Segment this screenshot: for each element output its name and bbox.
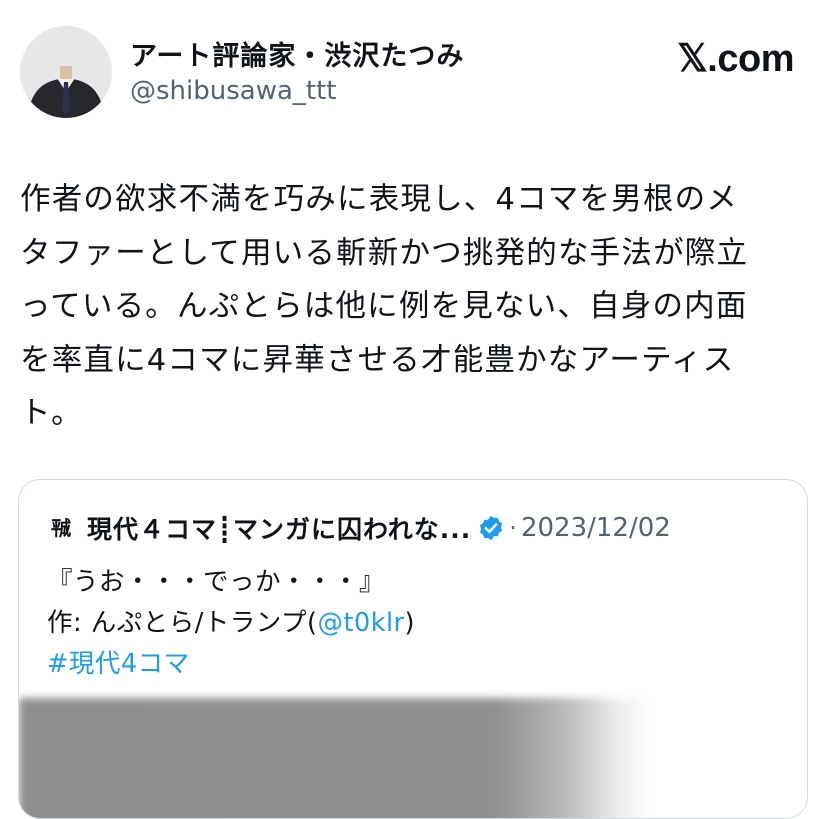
quoted-author-name[interactable]: 現代４コマ┋マンガに囚われな... — [87, 510, 471, 546]
author-display-name[interactable]: アート評論家・渋沢たつみ — [130, 34, 464, 73]
author-avatar[interactable] — [20, 26, 112, 118]
quoted-post-card[interactable]: ㍻ 現代４コマ┋マンガに囚われな... · 2023/12/02 『うお・・・で… — [18, 479, 808, 819]
quoted-post-header: ㍻ 現代４コマ┋マンガに囚われな... · 2023/12/02 — [47, 508, 671, 548]
credit-prefix: 作: んぷとら/トランプ( — [47, 608, 318, 638]
author-handle[interactable]: @shibusawa_ttt — [130, 76, 337, 106]
quoted-post-credit: 作: んぷとら/トランプ(@t0klr) — [47, 603, 415, 644]
quoted-media-image[interactable] — [19, 698, 807, 818]
quoted-post-body: 『うお・・・でっか・・・』 作: んぷとら/トランプ(@t0klr) #現代4コ… — [47, 562, 415, 685]
post-text-line: ト。 — [20, 396, 83, 431]
post-text-line: タファーとして用いる斬新かつ挑発的な手法が際立 — [20, 235, 749, 271]
credit-suffix: ) — [404, 608, 415, 638]
separator-dot: · — [509, 514, 517, 542]
quoted-author-avatar[interactable]: ㍻ — [47, 514, 75, 542]
post-text-line: 作者の欲求不満を巧みに表現し、4コマを男根のメ — [20, 182, 739, 217]
mention-link[interactable]: @t0klr — [317, 608, 404, 638]
hashtag-link[interactable]: #現代4コマ — [47, 644, 415, 685]
quoted-post-date[interactable]: 2023/12/02 — [521, 513, 671, 543]
quoted-post-line: 『うお・・・でっか・・・』 — [47, 567, 386, 597]
verified-badge-icon — [480, 515, 503, 541]
x-logo: 𝕏.com — [677, 38, 794, 80]
post-text-line: を率直に4コマに昇華させる才能豊かなアーティス — [20, 342, 735, 378]
post-text-line: っている。んぷとらは他に例を見ない、自身の内面 — [20, 289, 748, 324]
post-text: 作者の欲求不満を巧みに表現し、4コマを男根のメ タファーとして用いる斬新かつ挑発… — [20, 173, 810, 441]
